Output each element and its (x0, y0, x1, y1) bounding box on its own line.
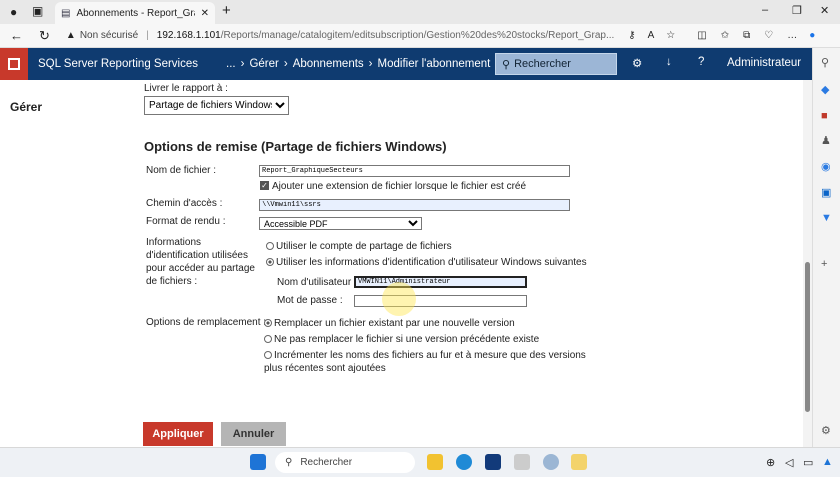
format-select[interactable]: Accessible PDF (259, 217, 422, 230)
cred-radio-share-account[interactable]: Utiliser le compte de partage de fichier… (266, 241, 452, 252)
new-tab-icon[interactable]: + (222, 2, 231, 19)
notification-icon[interactable]: ▲ (822, 456, 833, 468)
help-icon[interactable]: ? (698, 56, 704, 68)
search-icon[interactable]: ⚲ (821, 56, 829, 69)
scrollbar-thumb[interactable] (805, 262, 810, 412)
section-title: Options de remise (Partage de fichiers W… (144, 139, 447, 154)
restore-icon[interactable]: ❐ (792, 4, 802, 17)
browser-tab[interactable]: ▤ Abonnements - Report_Graphiqu ✕ (55, 2, 215, 24)
file-explorer-icon[interactable] (427, 454, 443, 470)
left-nav: Gérer (0, 80, 130, 447)
user-menu[interactable]: Administrateur (727, 57, 801, 69)
battery-icon[interactable]: ▭ (803, 456, 813, 469)
report-builder-icon[interactable] (514, 454, 530, 470)
overwrite-radio-increment[interactable]: Incrémenter les noms des fichiers au fur… (264, 349, 594, 375)
edge-icon[interactable] (456, 454, 472, 470)
browser-tab-bar: ● ▣ ▤ Abonnements - Report_Graphiqu ✕ + … (0, 0, 840, 24)
drop-icon[interactable]: ▼ (821, 212, 832, 224)
network-icon[interactable]: ⊕ (766, 456, 775, 469)
search-icon: ⚲ (285, 457, 293, 468)
breadcrumb-current: Modifier l'abonnement (377, 58, 491, 70)
edge-sidebar: ⚲ ◆ ■ ♟ ◉ ▣ ▼ + ⚙ (812, 48, 840, 447)
copilot-icon[interactable]: ● (809, 30, 815, 41)
overwrite-radio-replace[interactable]: Remplacer un fichier existant par une no… (264, 318, 515, 329)
cancel-button[interactable]: Annuler (221, 422, 286, 446)
outlook-icon[interactable]: ▣ (821, 186, 831, 199)
nav-manage[interactable]: Gérer (10, 100, 42, 114)
username-input[interactable] (354, 276, 527, 288)
more-icon[interactable]: … (787, 30, 797, 41)
favorites-icon[interactable]: ✩ (721, 30, 729, 41)
breadcrumb-manage[interactable]: Gérer (249, 58, 278, 70)
split-screen-icon[interactable]: ◫ (697, 30, 706, 41)
tag-icon[interactable]: ◆ (821, 83, 829, 96)
url-field[interactable]: 192.168.1.101/Reports/manage/catalogitem… (157, 30, 615, 41)
page-favicon-icon: ▤ (61, 7, 71, 19)
tab-actions-icon[interactable]: ▣ (32, 4, 43, 18)
extension-checkbox[interactable]: ✓ (260, 181, 269, 190)
taskbar-search[interactable]: ⚲ Rechercher (275, 452, 415, 473)
apply-button[interactable]: Appliquer (143, 422, 213, 446)
store-icon[interactable] (485, 454, 501, 470)
filename-input[interactable] (259, 165, 570, 177)
back-icon[interactable]: ← (10, 28, 23, 43)
collections-icon[interactable]: ⧉ (743, 30, 750, 41)
heart-icon[interactable]: ♡ (764, 30, 773, 41)
app-title[interactable]: SQL Server Reporting Services (38, 58, 198, 70)
snipping-tool-icon[interactable] (571, 454, 587, 470)
favorite-icon[interactable]: ☆ (666, 30, 675, 41)
deliver-select[interactable]: Partage de fichiers Windows (144, 96, 289, 115)
path-input[interactable] (259, 199, 570, 211)
address-bar: ← ↻ ▲ Non sécurisé | 192.168.1.101/Repor… (0, 24, 840, 48)
chess-icon[interactable]: ♟ (821, 134, 831, 147)
close-window-icon[interactable]: ✕ (820, 4, 829, 17)
cred-radio-windows-user[interactable]: Utiliser les informations d'identificati… (266, 257, 587, 268)
breadcrumb-ellipsis[interactable]: ... (226, 58, 236, 70)
app-header: SQL Server Reporting Services ... › Gérer… (0, 48, 812, 80)
read-aloud-icon[interactable]: A (648, 30, 655, 41)
sound-muted-icon[interactable]: ◁ (785, 456, 793, 469)
key-icon[interactable]: ⚷ (628, 30, 635, 41)
warning-icon: ▲ (65, 30, 76, 41)
minimize-icon[interactable]: – (762, 4, 768, 16)
overwrite-radio-skip[interactable]: Ne pas remplacer le fichier si une versi… (264, 334, 539, 345)
search-icon: ⚲ (502, 58, 511, 71)
breadcrumb-subscriptions[interactable]: Abonnements (293, 58, 364, 70)
taskbar: ⚲ Rechercher ⊕ ◁ ▭ ▲ (0, 447, 840, 477)
profile-icon[interactable]: ● (10, 5, 17, 19)
config-manager-icon[interactable] (543, 454, 559, 470)
cursor-highlight (382, 282, 416, 316)
office-icon[interactable]: ◉ (821, 160, 831, 173)
settings-icon[interactable]: ⚙ (632, 56, 642, 70)
ssrs-logo-icon (0, 48, 28, 80)
password-input[interactable] (354, 295, 527, 307)
refresh-icon[interactable]: ↻ (39, 28, 50, 44)
download-icon[interactable]: ↓ (666, 56, 672, 68)
add-icon[interactable]: + (821, 258, 827, 270)
toolbox-icon[interactable]: ■ (821, 110, 828, 122)
settings-icon[interactable]: ⚙ (821, 424, 831, 437)
close-tab-icon[interactable]: ✕ (201, 8, 209, 19)
search-input[interactable]: ⚲ Rechercher (495, 53, 617, 75)
start-icon[interactable] (250, 454, 266, 470)
